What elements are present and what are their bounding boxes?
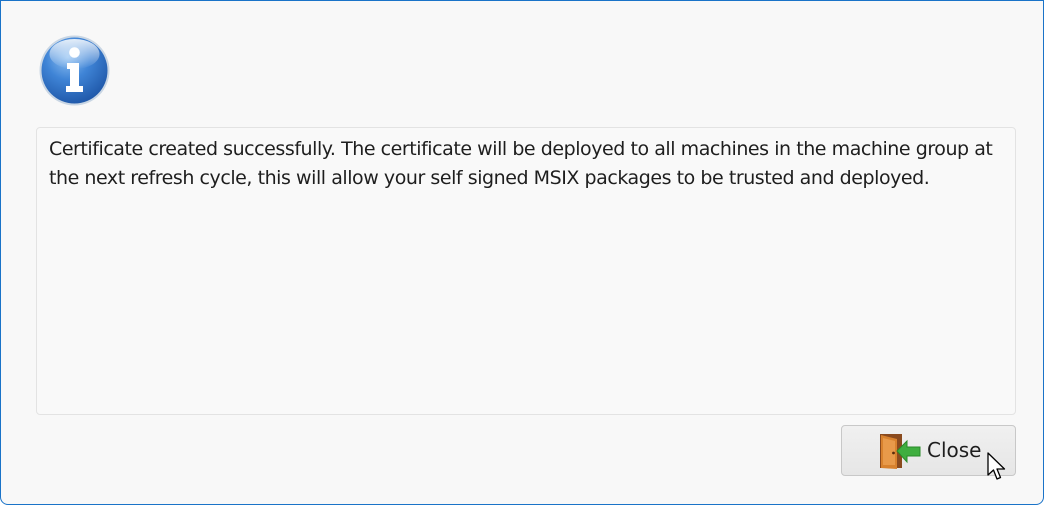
info-dialog: Certificate created successfully. The ce… xyxy=(0,0,1044,505)
message-text: Certificate created successfully. The ce… xyxy=(49,138,993,189)
door-exit-icon xyxy=(880,434,921,469)
mouse-cursor-icon xyxy=(987,452,1006,480)
info-icon xyxy=(39,35,110,106)
close-button-label: Close xyxy=(927,438,982,462)
message-box: Certificate created successfully. The ce… xyxy=(36,127,1016,415)
